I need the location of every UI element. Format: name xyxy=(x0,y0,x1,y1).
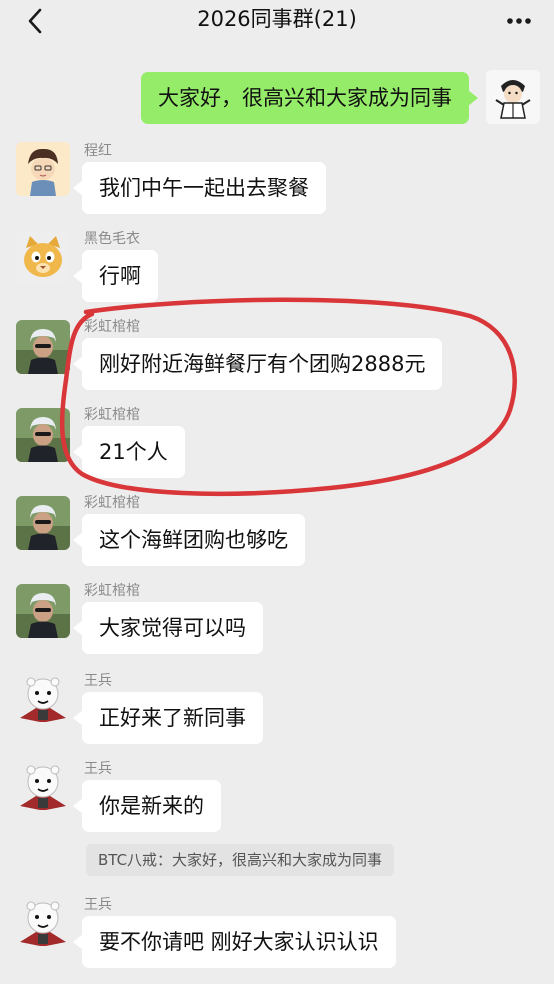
sender-name: 王兵 xyxy=(84,761,112,777)
message-bubble[interactable]: 这个海鲜团购也够吃 xyxy=(73,514,305,566)
photo-person-avatar[interactable] xyxy=(16,496,70,550)
meme-bear-avatar[interactable] xyxy=(16,760,70,814)
cat-face-avatar[interactable] xyxy=(16,230,70,284)
message-bubble-outgoing[interactable]: 大家好，很高兴和大家成为同事 xyxy=(141,72,478,124)
message-bubble[interactable]: 你是新来的 xyxy=(73,780,221,832)
photo-person-avatar[interactable] xyxy=(16,320,70,374)
more-dots-icon xyxy=(507,18,531,24)
sender-name: 彩虹棺棺 xyxy=(84,495,140,511)
message-bubble[interactable]: 我们中午一起出去聚餐 xyxy=(73,162,326,214)
sender-name: 彩虹棺棺 xyxy=(84,583,140,599)
cartoon-figure-avatar[interactable] xyxy=(486,70,540,124)
sender-name: 彩虹棺棺 xyxy=(84,319,140,335)
message-bubble[interactable]: 刚好附近海鲜餐厅有个团购2888元 xyxy=(72,338,443,390)
more-button[interactable] xyxy=(502,4,536,38)
sender-name: 程红 xyxy=(84,143,112,159)
cartoon-boy-avatar[interactable] xyxy=(16,142,70,196)
chat-title: 2026同事群(21) xyxy=(197,7,357,31)
photo-person-avatar[interactable] xyxy=(16,584,70,638)
message-bubble[interactable]: 21个人 xyxy=(73,426,185,478)
sender-name: 王兵 xyxy=(84,897,112,913)
quoted-message[interactable]: BTC八戒：大家好，很高兴和大家成为同事 xyxy=(86,844,395,876)
sender-name: 彩虹棺棺 xyxy=(84,407,140,423)
photo-person-avatar[interactable] xyxy=(16,408,70,462)
message-bubble[interactable]: 大家觉得可以吗 xyxy=(73,602,263,654)
sender-name: 王兵 xyxy=(84,673,112,689)
meme-bear-avatar[interactable] xyxy=(16,672,70,726)
meme-bear-avatar[interactable] xyxy=(16,896,70,950)
sender-name: 黑色毛衣 xyxy=(84,231,140,247)
message-bubble[interactable]: 正好来了新同事 xyxy=(73,692,263,744)
chat-header: 2026同事群(21) xyxy=(0,0,554,44)
message-bubble[interactable]: 行啊 xyxy=(73,250,158,302)
message-bubble[interactable]: 要不你请吧 刚好大家认识认识 xyxy=(73,916,396,968)
